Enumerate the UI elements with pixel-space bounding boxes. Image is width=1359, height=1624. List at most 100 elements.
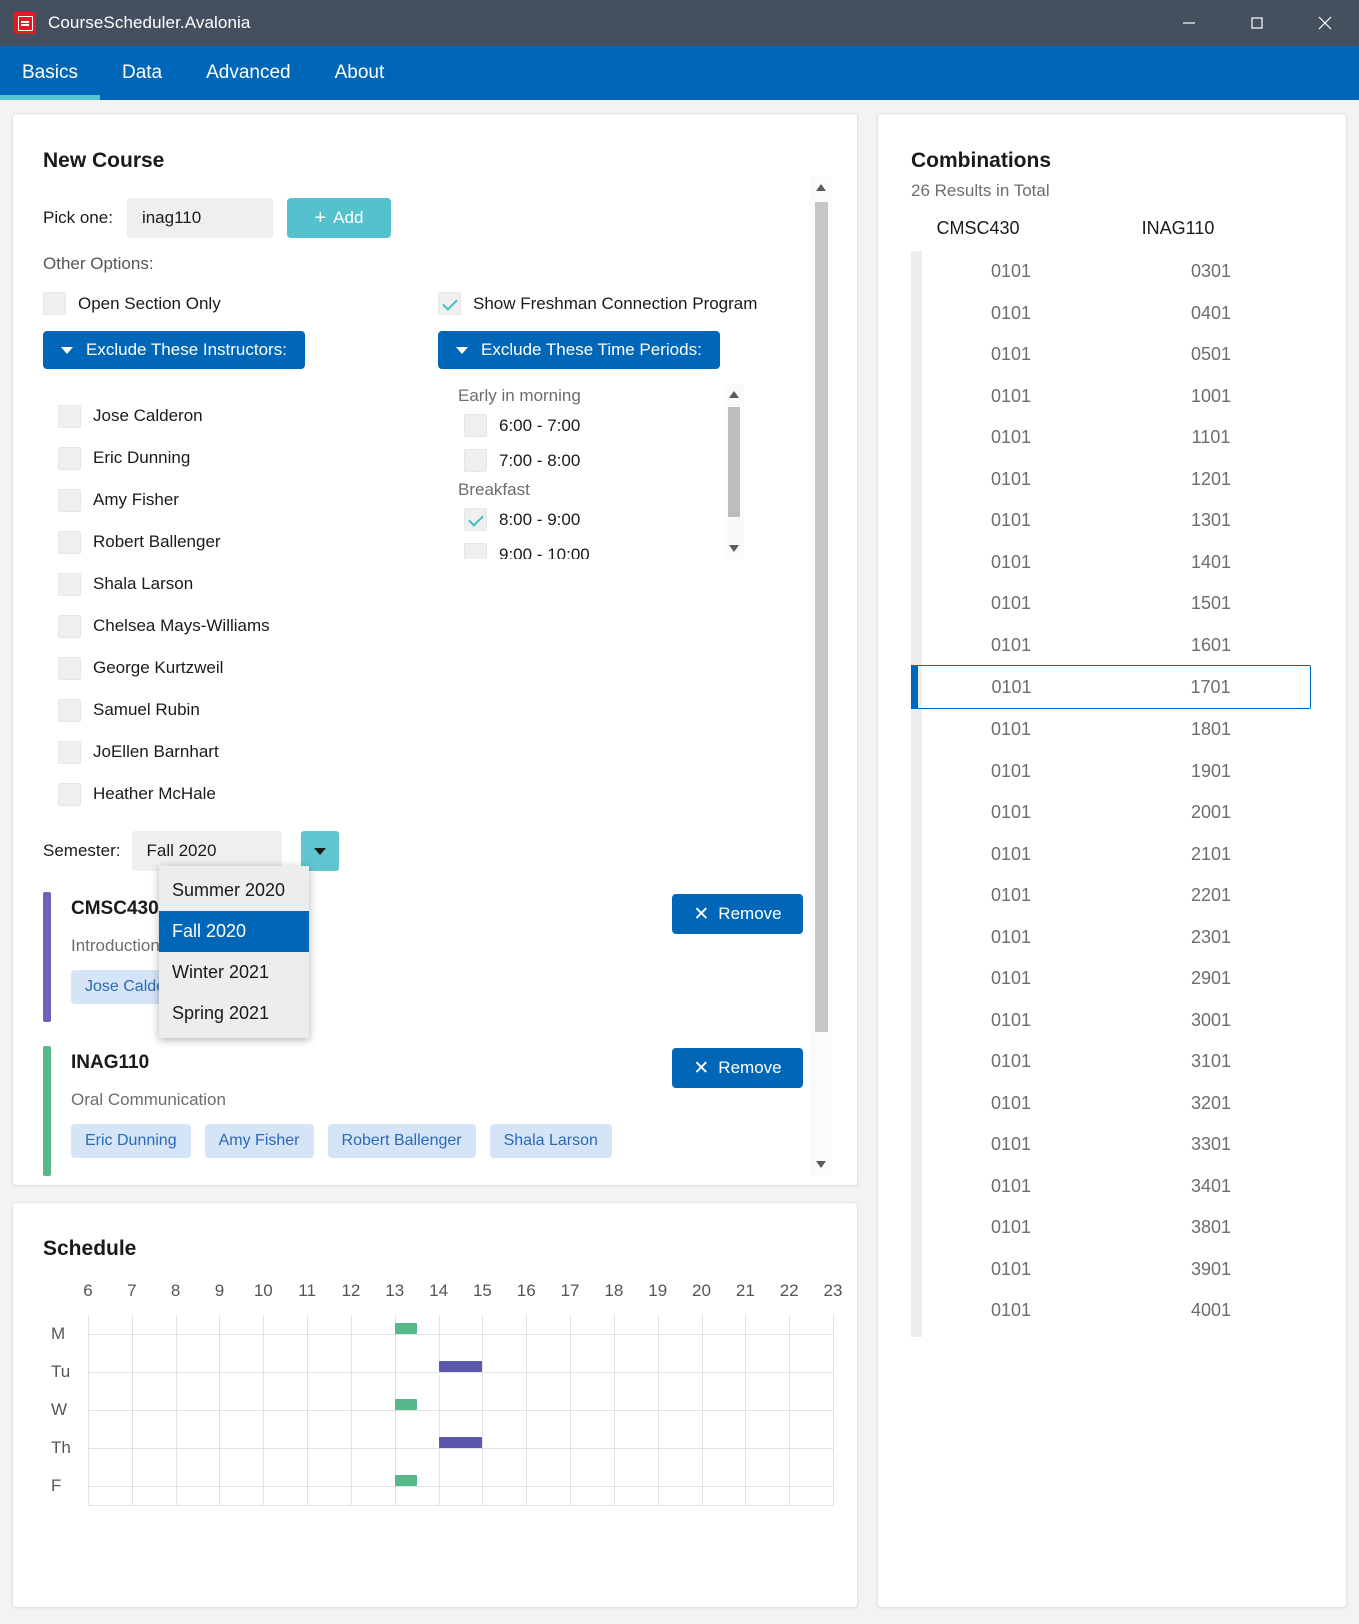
table-row[interactable]: 0101 2901	[911, 958, 1311, 1000]
table-row[interactable]: 0101 3801	[911, 1207, 1311, 1249]
cell-inag110: 1601	[1190, 634, 1232, 655]
schedule-event-block[interactable]	[394, 1475, 417, 1486]
x-tick-label: 23	[823, 1281, 843, 1300]
table-row[interactable]: 0101 2101	[911, 834, 1311, 876]
instructor-chip[interactable]: Eric Dunning	[71, 1124, 191, 1158]
x-tick-label: 8	[170, 1281, 181, 1300]
instructor-checkbox-8[interactable]: JoEllen Barnhart	[58, 731, 270, 773]
instructor-label: Chelsea Mays-Williams	[93, 616, 270, 635]
tab-advanced[interactable]: Advanced	[184, 46, 313, 100]
table-row[interactable]: 0101 1601	[911, 625, 1311, 667]
checkbox-checked-icon	[438, 292, 461, 315]
table-row[interactable]: 0101 1001	[911, 376, 1311, 418]
table-row[interactable]: 0101 1901	[911, 751, 1311, 793]
time-period-scrollbar[interactable]	[724, 384, 744, 559]
table-row[interactable]: 0101 3101	[911, 1041, 1311, 1083]
time-slot-checkbox-1-0[interactable]: 8:00 - 9:00	[464, 502, 740, 537]
table-row[interactable]: 0101 3001	[911, 1000, 1311, 1042]
instructor-checkbox-5[interactable]: Chelsea Mays-Williams	[58, 605, 270, 647]
table-row[interactable]: 0101 3401	[911, 1166, 1311, 1208]
semester-combobox[interactable]: Fall 2020	[132, 831, 339, 871]
schedule-chart: 6 7 8 9 10 11 12 13 14 15 16 17 18 19 20 21 22 23 M Tu W Th F	[43, 1281, 842, 1541]
table-row[interactable]: 0101 0501	[911, 334, 1311, 376]
title-bar: CourseScheduler.Avalonia	[0, 0, 1359, 46]
instructor-checkbox-4[interactable]: Shala Larson	[58, 563, 270, 605]
table-row[interactable]: 0101 1801	[911, 709, 1311, 751]
instructor-chip[interactable]: Amy Fisher	[204, 1124, 314, 1158]
exclude-time-periods-expander[interactable]: Exclude These Time Periods:	[438, 331, 720, 369]
chevron-down-icon[interactable]	[816, 1161, 826, 1168]
grid-line-horizontal	[88, 1505, 833, 1506]
instructor-checkbox-2[interactable]: Amy Fisher	[58, 479, 270, 521]
tab-about[interactable]: About	[313, 46, 407, 100]
cell-cmsc430: 0101	[990, 551, 1032, 572]
table-row[interactable]: 0101 1201	[911, 459, 1311, 501]
tab-basics[interactable]: Basics	[0, 46, 100, 100]
table-row[interactable]: 0101 3201	[911, 1083, 1311, 1125]
instructor-checkbox-7[interactable]: Samuel Rubin	[58, 689, 270, 731]
instructor-chip[interactable]: Shala Larson	[489, 1124, 612, 1158]
x-tick-label: 15	[472, 1281, 492, 1300]
checkbox-icon	[58, 572, 81, 596]
table-row[interactable]: 0101 0401	[911, 293, 1311, 335]
instructor-checkbox-6[interactable]: George Kurtzweil	[58, 647, 270, 689]
schedule-event-block[interactable]	[394, 1323, 417, 1334]
cell-cmsc430: 0101	[990, 344, 1032, 365]
table-row[interactable]: 0101 2201	[911, 875, 1311, 917]
cell-inag110: 1201	[1190, 468, 1232, 489]
course-code-input[interactable]: inag110	[126, 198, 273, 238]
grid-line-horizontal	[88, 1448, 833, 1449]
instructor-exclusion-list: Jose Calderon Eric Dunning Amy Fisher Ro…	[58, 395, 270, 815]
time-slot-label: 6:00 - 7:00	[499, 415, 581, 435]
semester-option-winter-2021[interactable]: Winter 2021	[159, 952, 309, 993]
instructor-checkbox-0[interactable]: Jose Calderon	[58, 395, 270, 437]
exclude-instructors-expander[interactable]: Exclude These Instructors:	[43, 331, 305, 369]
remove-course-button[interactable]: ✕ Remove	[672, 1048, 803, 1088]
cell-cmsc430: 0101	[990, 1092, 1032, 1113]
schedule-event-block[interactable]	[438, 1361, 483, 1372]
maximize-button[interactable]	[1223, 0, 1291, 46]
table-row-selected[interactable]: 0101 1701	[911, 665, 1311, 709]
semester-option-spring-2021[interactable]: Spring 2021	[159, 993, 309, 1034]
semester-dropdown-list[interactable]: Summer 2020 Fall 2020 Winter 2021 Spring…	[159, 866, 309, 1038]
semester-dropdown-button[interactable]	[301, 831, 339, 871]
chevron-up-icon[interactable]	[729, 391, 739, 398]
semester-option-summer-2020[interactable]: Summer 2020	[159, 870, 309, 911]
tab-data[interactable]: Data	[100, 46, 184, 100]
scrollbar-thumb[interactable]	[815, 202, 828, 1032]
checkbox-icon	[58, 614, 81, 638]
table-row[interactable]: 0101 1401	[911, 542, 1311, 584]
remove-course-button[interactable]: ✕ Remove	[672, 894, 803, 934]
add-course-button[interactable]: + Add	[286, 198, 391, 238]
cell-inag110: 4001	[1190, 1300, 1232, 1321]
time-slot-checkbox-0-0[interactable]: 6:00 - 7:00	[464, 408, 740, 443]
table-row[interactable]: 0101 1101	[911, 417, 1311, 459]
table-row[interactable]: 0101 1501	[911, 583, 1311, 625]
close-button[interactable]	[1291, 0, 1359, 46]
table-row[interactable]: 0101 4001	[911, 1290, 1311, 1332]
window-title: CourseScheduler.Avalonia	[48, 13, 251, 32]
table-row[interactable]: 0101 2001	[911, 792, 1311, 834]
scrollbar-thumb[interactable]	[728, 407, 740, 517]
new-course-scrollbar[interactable]	[810, 176, 832, 1176]
table-row[interactable]: 0101 2301	[911, 917, 1311, 959]
chevron-down-icon[interactable]	[729, 545, 739, 552]
time-slot-checkbox-0-1[interactable]: 7:00 - 8:00	[464, 443, 740, 478]
instructor-chip[interactable]: Robert Ballenger	[327, 1124, 476, 1158]
show-freshman-connection-checkbox[interactable]: Show Freshman Connection Program	[438, 292, 757, 315]
table-row[interactable]: 0101 3901	[911, 1249, 1311, 1291]
table-row[interactable]: 0101 0301	[911, 251, 1311, 293]
semester-option-fall-2020[interactable]: Fall 2020	[159, 911, 309, 952]
schedule-event-block[interactable]	[438, 1437, 483, 1448]
instructor-checkbox-3[interactable]: Robert Ballenger	[58, 521, 270, 563]
schedule-event-block[interactable]	[394, 1399, 417, 1410]
time-slot-checkbox-1-1[interactable]: 9:00 - 10:00	[464, 537, 740, 559]
table-row[interactable]: 0101 3301	[911, 1124, 1311, 1166]
instructor-checkbox-1[interactable]: Eric Dunning	[58, 437, 270, 479]
chevron-up-icon[interactable]	[816, 184, 826, 191]
minimize-button[interactable]	[1155, 0, 1223, 46]
instructor-label: Robert Ballenger	[93, 532, 221, 551]
instructor-checkbox-9[interactable]: Heather McHale	[58, 773, 270, 815]
table-row[interactable]: 0101 1301	[911, 500, 1311, 542]
open-section-only-checkbox[interactable]: Open Section Only	[43, 292, 221, 315]
